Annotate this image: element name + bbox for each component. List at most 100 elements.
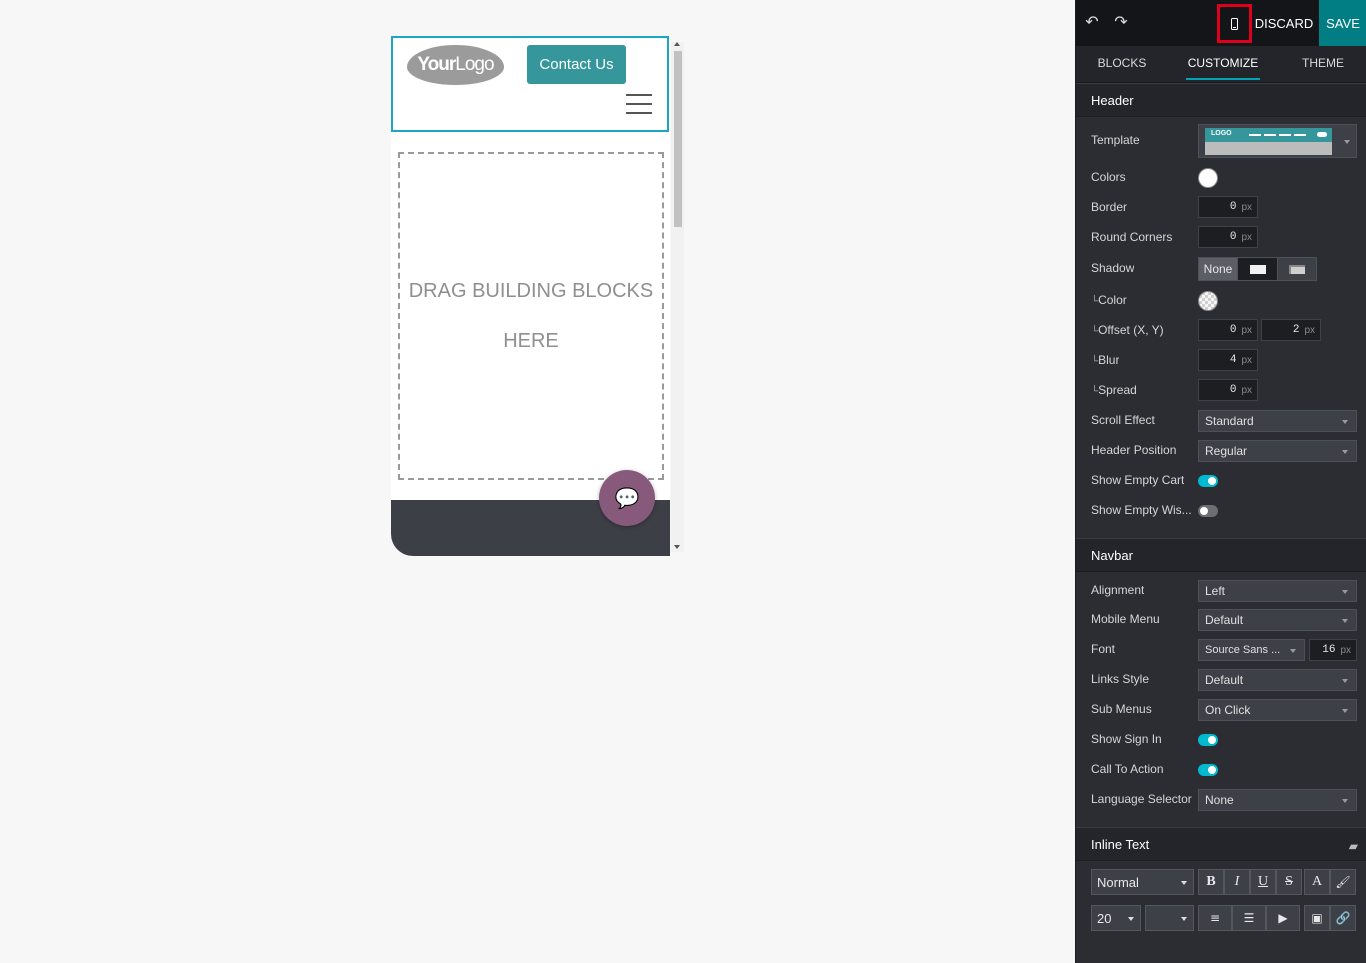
livechat-button[interactable]: 💬: [599, 470, 655, 526]
show-empty-cart-toggle[interactable]: [1198, 475, 1218, 487]
round-corners-label: Round Corners: [1091, 230, 1173, 244]
shadow-outset-button[interactable]: [1237, 258, 1277, 280]
border-label: Border: [1091, 200, 1128, 214]
blur-unit: px: [1241, 354, 1252, 366]
paint-brush-icon[interactable]: 🖌: [1330, 869, 1356, 895]
link-icon[interactable]: 🔗: [1330, 905, 1356, 931]
shadow-none-button[interactable]: None: [1199, 258, 1237, 280]
header-section-title[interactable]: Header: [1076, 83, 1366, 117]
offset-label: Offset (X, Y): [1091, 323, 1164, 337]
sub-menus-label: Sub Menus: [1091, 702, 1152, 716]
border-width-value: 0: [1229, 201, 1237, 213]
scroll-down-arrow-icon[interactable]: [674, 545, 680, 549]
save-button[interactable]: SAVE: [1319, 0, 1366, 46]
offset-y-value: 2: [1292, 324, 1300, 336]
shadow-color-swatch[interactable]: [1198, 291, 1218, 311]
preview-scrollbar-thumb[interactable]: [674, 51, 682, 227]
mobile-menu-label: Mobile Menu: [1091, 612, 1160, 626]
hamburger-menu-icon[interactable]: [626, 94, 652, 116]
numbered-list-icon[interactable]: ☰: [1232, 905, 1266, 931]
call-to-action-label: Call To Action: [1091, 762, 1164, 776]
navbar-font-select[interactable]: Source Sans ...: [1198, 639, 1305, 661]
offset-x-value: 0: [1229, 324, 1237, 336]
italic-button[interactable]: I: [1224, 869, 1250, 895]
show-empty-wishlist-toggle[interactable]: [1198, 505, 1218, 517]
mobile-preview-icon: [1231, 17, 1238, 30]
scroll-effect-select[interactable]: Standard: [1198, 410, 1357, 432]
show-empty-wishlist-label: Show Empty Wis...: [1091, 503, 1191, 517]
links-style-select[interactable]: Default: [1198, 669, 1357, 691]
border-unit: px: [1241, 201, 1252, 213]
header-position-select[interactable]: Regular: [1198, 440, 1357, 462]
underline-button[interactable]: U: [1250, 869, 1276, 895]
redo-icon[interactable]: ↷: [1111, 12, 1131, 34]
dropzone-text-line1: DRAG BUILDING BLOCKS: [408, 280, 654, 302]
inset-shadow-icon: [1289, 264, 1305, 274]
template-label: Template: [1091, 133, 1140, 147]
alignment-select[interactable]: Left: [1198, 580, 1357, 602]
outset-shadow-icon: [1249, 264, 1266, 274]
font-family-select[interactable]: [1145, 905, 1194, 931]
contact-us-button[interactable]: Contact Us: [527, 45, 626, 84]
logo-text-light: Logo: [455, 54, 494, 75]
inline-text-section-title[interactable]: Inline Text: [1076, 827, 1366, 861]
header-color-swatch[interactable]: [1198, 168, 1218, 188]
colors-label: Colors: [1091, 170, 1126, 184]
offset-x-unit: px: [1241, 324, 1252, 336]
site-logo[interactable]: Your Logo: [407, 45, 504, 85]
show-sign-in-toggle[interactable]: [1198, 734, 1218, 746]
bullet-list-icon[interactable]: ≡: [1198, 905, 1232, 931]
round-corners-value: 0: [1229, 231, 1237, 243]
font-color-button[interactable]: A: [1304, 869, 1330, 895]
round-corners-input[interactable]: 0 px: [1198, 226, 1258, 248]
header-template-select[interactable]: LOGO: [1198, 124, 1357, 158]
editor-panel: ↶ ↷ DISCARD SAVE BLOCKS CUSTOMIZE THEME …: [1075, 0, 1366, 963]
border-width-input[interactable]: 0 px: [1198, 196, 1258, 218]
spread-value: 0: [1229, 384, 1237, 396]
links-style-label: Links Style: [1091, 672, 1150, 686]
header-position-label: Header Position: [1091, 443, 1177, 457]
sub-menus-select[interactable]: On Click: [1198, 699, 1357, 721]
mobile-menu-select[interactable]: Default: [1198, 609, 1357, 631]
round-corners-unit: px: [1241, 231, 1252, 243]
mobile-preview-button[interactable]: [1217, 4, 1252, 43]
website-canvas: Your Logo Contact Us DRAG BUILDING BLOCKS…: [0, 0, 1075, 963]
header-template-preview: LOGO: [1205, 128, 1332, 155]
font-size-select[interactable]: 20: [1091, 905, 1141, 931]
bold-button[interactable]: B: [1198, 869, 1224, 895]
play-media-icon[interactable]: ▶: [1266, 905, 1300, 931]
navbar-font-size-input[interactable]: 16 px: [1309, 639, 1357, 661]
blur-input[interactable]: 4 px: [1198, 349, 1258, 371]
discard-button[interactable]: DISCARD: [1254, 0, 1314, 46]
undo-icon[interactable]: ↶: [1082, 12, 1102, 34]
spread-unit: px: [1241, 384, 1252, 396]
image-icon[interactable]: ▣: [1304, 905, 1330, 931]
logo-text-bold: Your: [417, 54, 456, 75]
tab-blocks[interactable]: BLOCKS: [1084, 46, 1160, 83]
show-sign-in-label: Show Sign In: [1091, 732, 1162, 746]
spread-input[interactable]: 0 px: [1198, 379, 1258, 401]
site-header[interactable]: Your Logo Contact Us: [391, 36, 669, 132]
offset-x-input[interactable]: 0 px: [1198, 319, 1258, 341]
editor-topbar: ↶ ↷ DISCARD SAVE: [1076, 0, 1366, 46]
scroll-up-arrow-icon[interactable]: [674, 42, 680, 46]
shadow-color-label: Color: [1091, 293, 1127, 307]
text-style-select[interactable]: Normal: [1091, 869, 1194, 895]
eraser-icon[interactable]: ▰: [1349, 839, 1358, 853]
editor-tabs: BLOCKS CUSTOMIZE THEME: [1076, 46, 1366, 83]
offset-y-input[interactable]: 2 px: [1261, 319, 1321, 341]
tab-customize[interactable]: CUSTOMIZE: [1184, 46, 1262, 83]
shadow-label: Shadow: [1091, 261, 1135, 275]
chat-bubble-icon: 💬: [614, 487, 640, 510]
shadow-inset-button[interactable]: [1277, 258, 1316, 280]
navbar-section-title[interactable]: Navbar: [1076, 538, 1366, 572]
navbar-font-size-value: 16: [1322, 644, 1336, 656]
strikethrough-button[interactable]: S: [1276, 869, 1302, 895]
scroll-effect-label: Scroll Effect: [1091, 413, 1155, 427]
language-selector-select[interactable]: None: [1198, 789, 1357, 811]
drag-blocks-dropzone[interactable]: DRAG BUILDING BLOCKS HERE: [398, 152, 664, 480]
call-to-action-toggle[interactable]: [1198, 764, 1218, 776]
tab-theme[interactable]: THEME: [1290, 46, 1356, 83]
dropzone-text-line2: HERE: [503, 330, 559, 352]
show-empty-cart-label: Show Empty Cart: [1091, 473, 1185, 487]
